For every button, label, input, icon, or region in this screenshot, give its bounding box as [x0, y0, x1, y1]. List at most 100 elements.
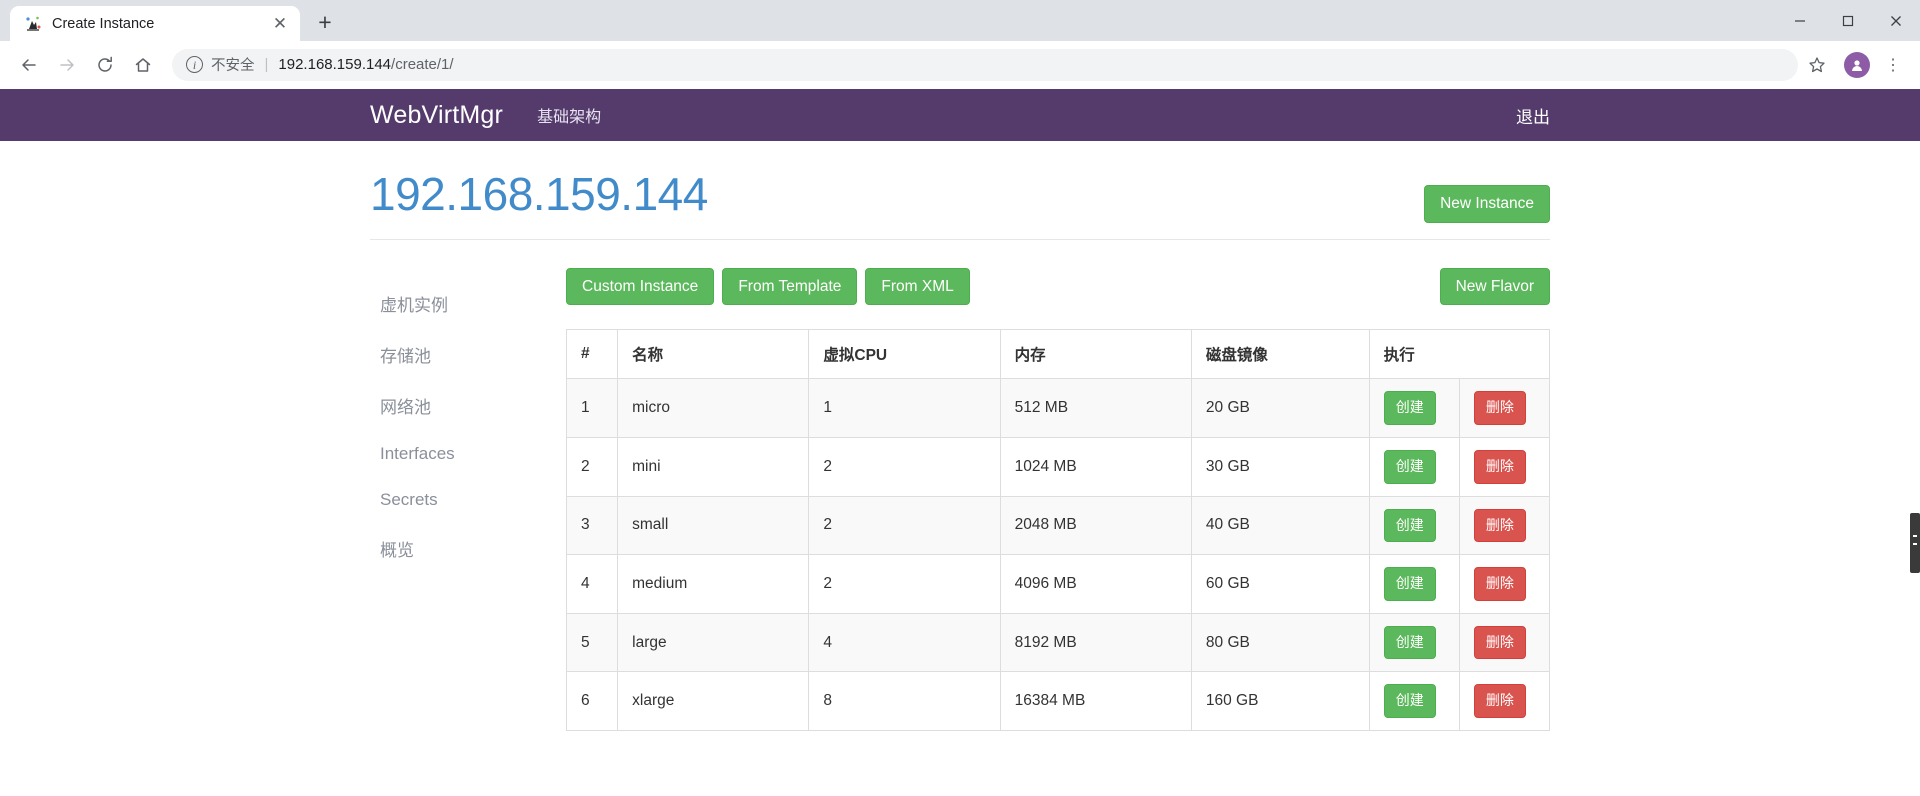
- browser-menu-icon[interactable]: ⋮: [1878, 48, 1908, 82]
- custom-instance-button[interactable]: Custom Instance: [566, 267, 715, 306]
- new-flavor-button[interactable]: New Flavor: [1439, 267, 1550, 306]
- create-button[interactable]: 创建: [1383, 508, 1436, 543]
- from-xml-button[interactable]: From XML: [865, 267, 970, 306]
- cell-delete-action: 删除: [1458, 436, 1551, 497]
- delete-button[interactable]: 删除: [1473, 684, 1526, 718]
- nav-link-infrastructure[interactable]: 基础架构: [537, 103, 601, 127]
- window-close-icon[interactable]: [1872, 0, 1920, 41]
- tab-title: Create Instance: [52, 15, 155, 32]
- delete-button[interactable]: 删除: [1473, 567, 1526, 601]
- cell-memory: 4096 MB: [999, 554, 1192, 614]
- edge-scroll-handle[interactable]: [1910, 513, 1920, 573]
- browser-window: Create Instance ✕ + i 不安全 | 192.168.159.…: [0, 0, 1920, 796]
- webvirtmgr-favicon: [24, 15, 42, 33]
- cell-name: xlarge: [617, 671, 810, 731]
- cell-delete-action: 删除: [1458, 671, 1551, 731]
- tab-strip: Create Instance ✕ +: [0, 0, 1920, 41]
- cell-name: micro: [617, 378, 810, 438]
- create-button[interactable]: 创建: [1383, 391, 1436, 425]
- from-template-button[interactable]: From Template: [722, 267, 858, 306]
- omnibox-separator: |: [264, 56, 269, 73]
- cell-index: 2: [565, 436, 619, 497]
- cell-name: medium: [617, 554, 810, 614]
- page-header: 192.168.159.144 New Instance: [370, 141, 1550, 240]
- back-icon[interactable]: [12, 48, 46, 82]
- cell-name: large: [617, 612, 810, 673]
- delete-button[interactable]: 删除: [1473, 508, 1526, 543]
- sidebar: 虚机实例 存储池 网络池 Interfaces Secrets 概览: [370, 260, 560, 731]
- sidebar-item-overview[interactable]: 概览: [376, 523, 560, 574]
- sidebar-item-networks[interactable]: 网络池: [376, 380, 560, 431]
- app-navbar: WebVirtMgr 基础架构 退出: [0, 89, 1920, 141]
- cell-disk: 20 GB: [1190, 378, 1370, 438]
- cell-vcpu: 2: [808, 495, 1001, 556]
- create-button[interactable]: 创建: [1383, 684, 1436, 718]
- col-header-disk: 磁盘镜像: [1190, 329, 1370, 380]
- browser-tab[interactable]: Create Instance ✕: [10, 6, 300, 41]
- cell-create-action: 创建: [1368, 612, 1460, 673]
- table-row: 1 micro 1 512 MB 20 GB 创建 删除: [565, 378, 1551, 438]
- app-brand[interactable]: WebVirtMgr: [370, 101, 503, 130]
- col-header-vcpu: 虚拟CPU: [808, 329, 1001, 380]
- bookmark-star-icon[interactable]: [1802, 50, 1832, 80]
- action-button-row: Custom Instance From Template From XML N…: [566, 267, 1550, 306]
- table-row: 4 medium 2 4096 MB 60 GB 创建 删除: [565, 554, 1551, 614]
- cell-vcpu: 2: [808, 554, 1001, 614]
- cell-create-action: 创建: [1368, 378, 1460, 438]
- cell-create-action: 创建: [1368, 436, 1460, 497]
- table-row: 6 xlarge 8 16384 MB 160 GB 创建 删除: [565, 671, 1551, 731]
- cell-vcpu: 4: [808, 612, 1001, 673]
- table-head: # 名称 虚拟CPU 内存 磁盘镜像 执行: [565, 329, 1551, 380]
- cell-disk: 160 GB: [1190, 671, 1370, 731]
- cell-delete-action: 删除: [1458, 554, 1551, 614]
- create-button[interactable]: 创建: [1383, 625, 1436, 660]
- delete-button[interactable]: 删除: [1473, 391, 1526, 425]
- cell-memory: 1024 MB: [999, 436, 1192, 497]
- new-instance-button[interactable]: New Instance: [1424, 185, 1550, 223]
- cell-memory: 8192 MB: [999, 612, 1192, 673]
- delete-button[interactable]: 删除: [1473, 625, 1526, 660]
- table-body: 1 micro 1 512 MB 20 GB 创建 删除 2 mini 2 10…: [565, 378, 1551, 731]
- sidebar-item-interfaces[interactable]: Interfaces: [376, 431, 560, 477]
- cell-name: mini: [617, 436, 810, 497]
- cell-create-action: 创建: [1368, 554, 1460, 614]
- maximize-icon[interactable]: [1824, 0, 1872, 41]
- nav-right: 退出: [1516, 103, 1550, 128]
- table-row: 5 large 4 8192 MB 80 GB 创建 删除: [565, 612, 1551, 673]
- reload-icon[interactable]: [88, 48, 122, 82]
- cell-disk: 30 GB: [1190, 436, 1370, 497]
- browser-toolbar: i 不安全 | 192.168.159.144/create/1/ ⋮: [0, 41, 1920, 89]
- security-label: 不安全: [211, 58, 255, 74]
- page-body: WebVirtMgr 基础架构 退出 192.168.159.144 New I…: [0, 89, 1920, 796]
- new-tab-button[interactable]: +: [308, 5, 342, 39]
- col-header-name: 名称: [617, 329, 810, 380]
- cell-name: small: [617, 495, 810, 556]
- address-bar[interactable]: i 不安全 | 192.168.159.144/create/1/: [172, 48, 1798, 81]
- cell-delete-action: 删除: [1458, 612, 1551, 673]
- create-button[interactable]: 创建: [1383, 449, 1436, 484]
- delete-button[interactable]: 删除: [1473, 449, 1526, 484]
- url-text: 192.168.159.144/create/1/: [278, 56, 453, 73]
- col-header-memory: 内存: [999, 329, 1192, 380]
- create-button[interactable]: 创建: [1383, 567, 1436, 601]
- cell-vcpu: 2: [808, 436, 1001, 497]
- cell-disk: 40 GB: [1190, 495, 1370, 556]
- col-header-index: #: [565, 329, 619, 380]
- cell-memory: 512 MB: [999, 378, 1192, 438]
- cell-vcpu: 1: [808, 378, 1001, 438]
- cell-memory: 2048 MB: [999, 495, 1192, 556]
- minimize-icon[interactable]: [1776, 0, 1824, 41]
- header-actions: New Instance: [1424, 169, 1550, 223]
- home-icon[interactable]: [126, 48, 160, 82]
- flavors-table: # 名称 虚拟CPU 内存 磁盘镜像 执行 1 micro 1 512 MB 2…: [565, 329, 1551, 731]
- profile-avatar[interactable]: [1844, 51, 1870, 78]
- close-icon[interactable]: ✕: [270, 14, 290, 34]
- url-host: 192.168.159.144: [278, 56, 392, 73]
- forward-icon[interactable]: [50, 48, 84, 82]
- sidebar-item-instances[interactable]: 虚机实例: [376, 278, 560, 329]
- logout-link[interactable]: 退出: [1516, 108, 1550, 127]
- cell-index: 5: [565, 612, 619, 673]
- sidebar-item-storages[interactable]: 存储池: [376, 329, 560, 380]
- info-icon[interactable]: i: [186, 56, 203, 73]
- sidebar-item-secrets[interactable]: Secrets: [376, 477, 560, 523]
